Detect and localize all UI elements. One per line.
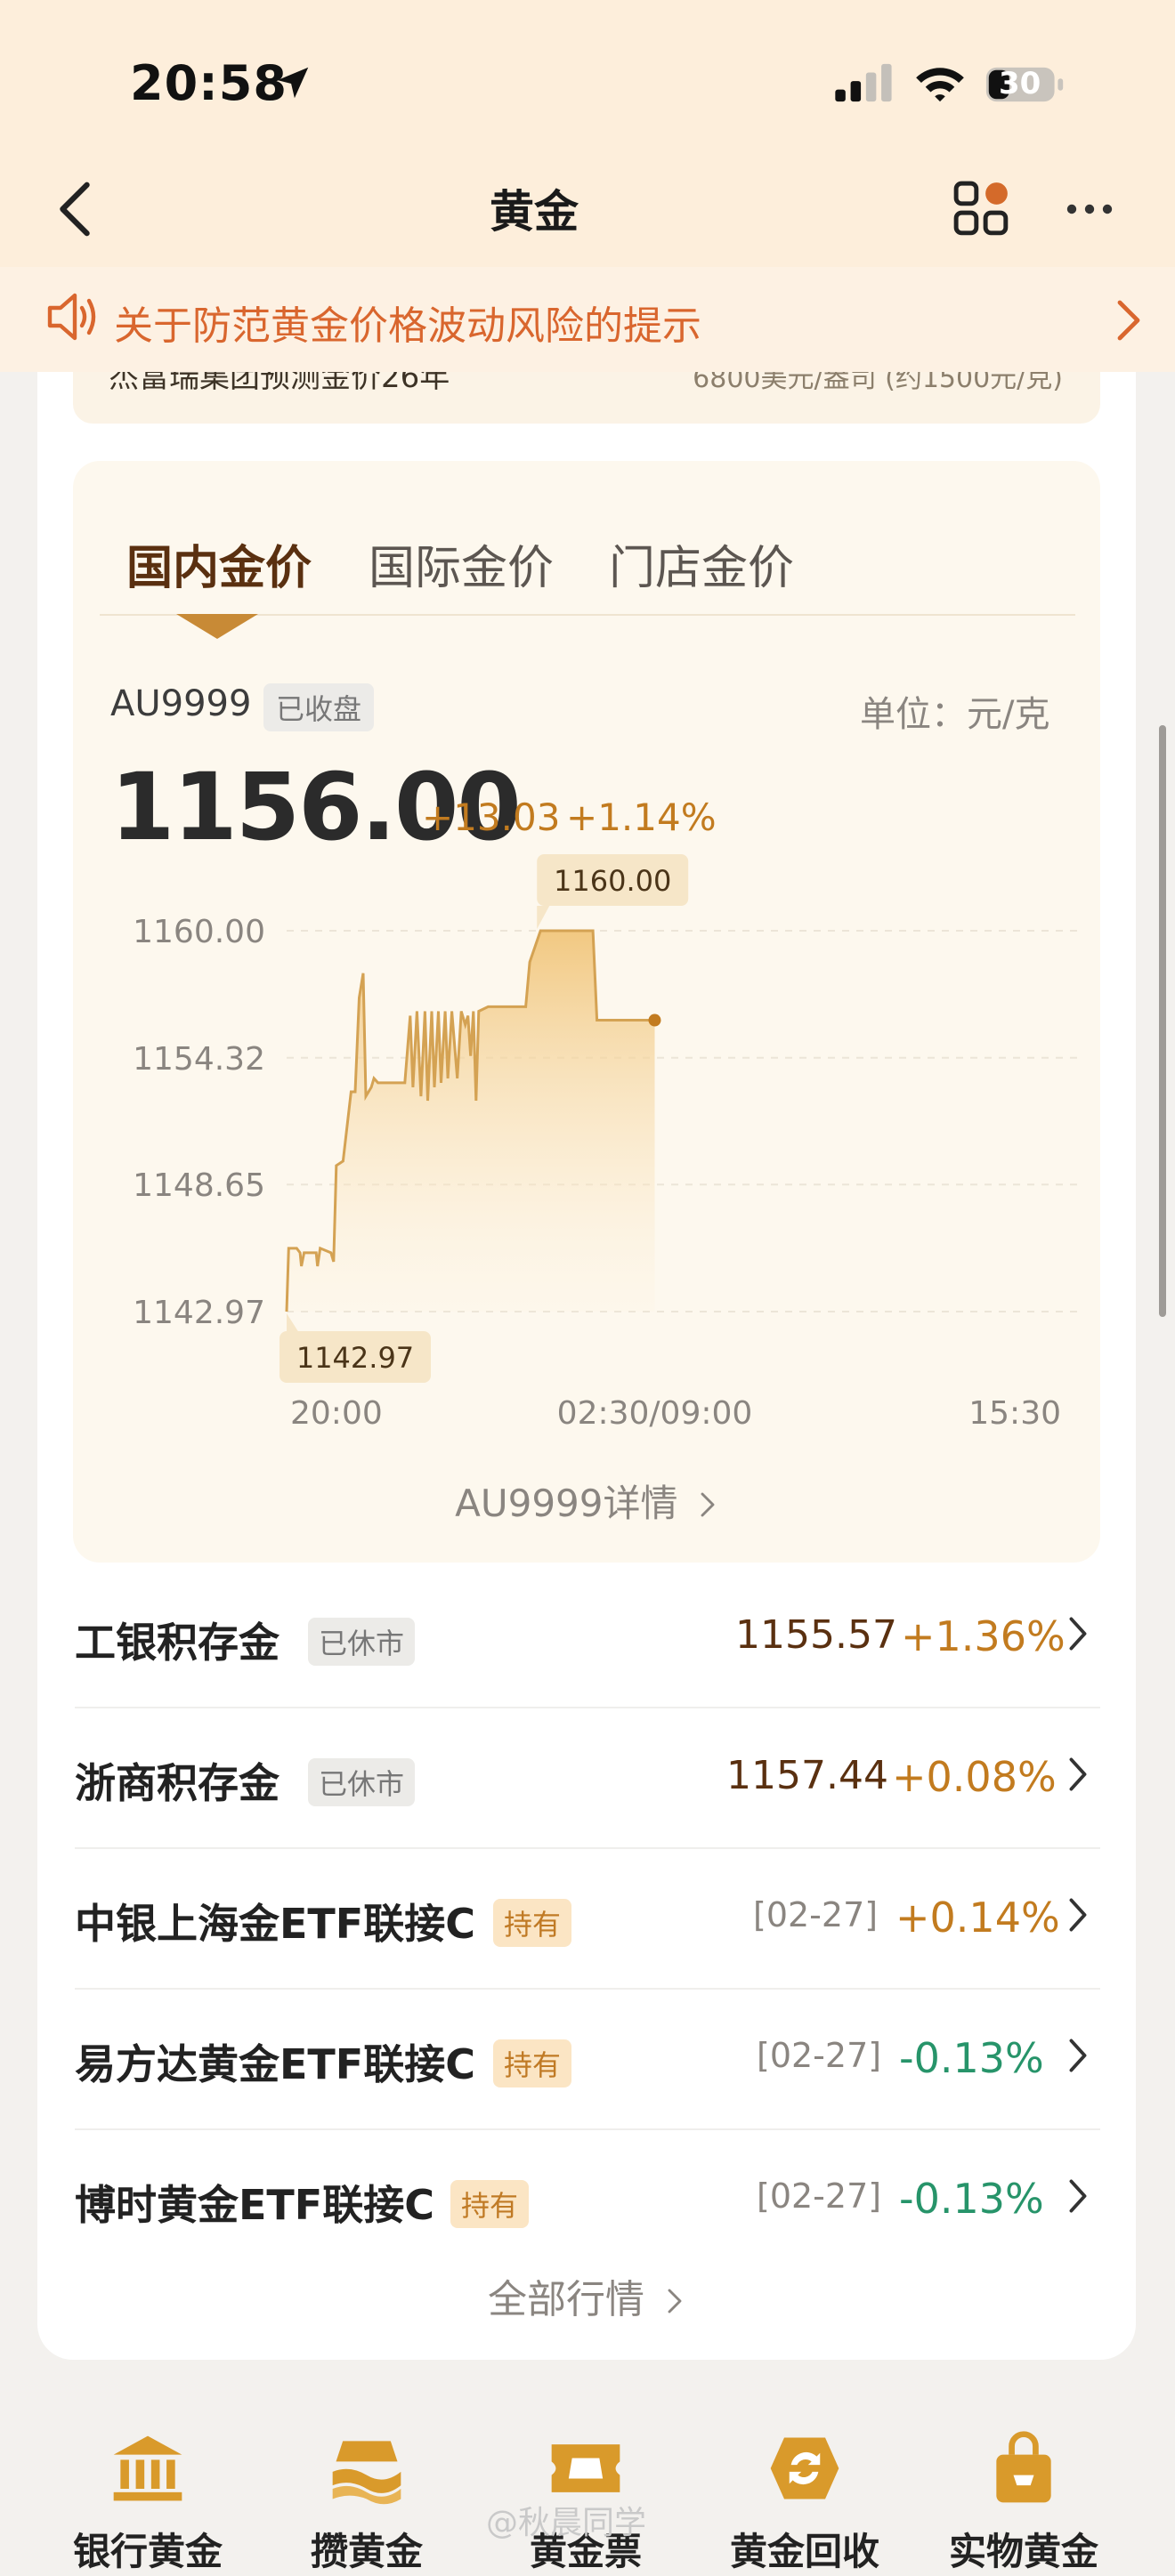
bank-icon <box>113 2435 182 2501</box>
chevron-right-icon <box>1069 1898 1087 1932</box>
list-item[interactable]: 易方达黄金ETF联接C 持有 [02-27] -0.13% <box>75 1988 1100 2130</box>
list-item[interactable]: 浙商积存金 已休市 1157.44 +0.08% <box>75 1707 1100 1849</box>
price-change: +13.03 <box>422 795 561 839</box>
y-tick-label: 1148.65 <box>133 1167 265 1204</box>
product-price: 1155.57 <box>735 1612 897 1658</box>
x-tick-label: 15:30 <box>968 1395 1061 1432</box>
chevron-right-icon <box>701 1492 715 1517</box>
tab-domestic-price[interactable]: 国内金价 <box>126 530 312 597</box>
chevron-right-icon <box>1069 2179 1087 2213</box>
last-price-dot <box>648 1013 661 1027</box>
product-name: 中银上海金ETF联接C <box>75 1900 475 1948</box>
chevron-right-icon <box>668 2289 682 2314</box>
tab-store-price[interactable]: 门店金价 <box>609 530 794 597</box>
product-change: +0.08% <box>892 1753 1057 1801</box>
status-badge: 已休市 <box>308 1758 416 1806</box>
detail-link-label: AU9999详情 <box>455 1482 678 1525</box>
status-badge: 已休市 <box>308 1618 416 1666</box>
holding-badge: 持有 <box>493 1899 572 1947</box>
nav-label: 攒黄金 <box>310 2530 423 2573</box>
list-item[interactable]: 博时黄金ETF联接C 持有 [02-27] -0.13% <box>75 2128 1100 2269</box>
list-item[interactable]: 中银上海金ETF联接C 持有 [02-27] +0.14% <box>75 1847 1100 1990</box>
x-tick-label: 20:00 <box>290 1395 383 1432</box>
chevron-right-icon <box>1117 300 1140 341</box>
holding-badge: 持有 <box>450 2180 530 2228</box>
cellular-signal-icon <box>835 63 892 102</box>
speaker-icon <box>47 293 96 341</box>
max-label-pointer <box>537 906 550 929</box>
y-tick-label: 1160.00 <box>133 914 265 950</box>
watermark: @秋晨同学 <box>486 2505 647 2541</box>
status-time: 20:58 <box>130 55 288 111</box>
au9999-detail-link[interactable]: AU9999详情 <box>0 1474 1173 1528</box>
price-unit: 单位：元/克 <box>860 694 1050 735</box>
chevron-right-icon <box>1069 2039 1087 2072</box>
product-name: 博时黄金ETF联接C <box>75 2181 434 2229</box>
x-tick-label: 02:30/09:00 <box>557 1395 753 1432</box>
wifi-icon <box>916 68 964 102</box>
y-tick-label: 1154.32 <box>133 1041 265 1078</box>
shopping-bag-icon <box>996 2431 1051 2503</box>
min-price-label: 1142.97 <box>296 1341 414 1375</box>
more-options-button[interactable] <box>1065 187 1114 231</box>
page-title: 黄金 <box>490 186 579 238</box>
price-area <box>287 931 655 1312</box>
product-price: 1157.44 <box>726 1753 888 1798</box>
battery-icon: 30 <box>983 64 1068 105</box>
tab-international-price[interactable]: 国际金价 <box>369 530 554 597</box>
location-arrow-icon <box>277 67 309 99</box>
quote-date: [02-27] <box>757 2036 882 2075</box>
scrollbar[interactable] <box>1159 725 1166 1317</box>
notice-text: 关于防范黄金价格波动风险的提示 <box>114 303 701 349</box>
chevron-right-icon <box>1069 1757 1087 1791</box>
all-quotes-label: 全部行情 <box>488 2277 644 2322</box>
news-detail: 6800美元/盎司 (约1500元/克) <box>693 372 1063 394</box>
max-price-label: 1160.00 <box>554 864 671 898</box>
market-status-badge: 已收盘 <box>263 683 375 731</box>
y-tick-label: 1142.97 <box>133 1295 265 1331</box>
recycle-icon <box>770 2437 839 2499</box>
nav-bank-gold[interactable]: 银行黄金 <box>50 2427 246 2576</box>
nav-label: 黄金回收 <box>729 2530 879 2573</box>
nav-label: 银行黄金 <box>72 2530 223 2573</box>
quote-code: AU9999 <box>110 683 252 724</box>
all-quotes-link[interactable]: 全部行情 <box>0 2267 1173 2324</box>
nav-label: 实物黄金 <box>948 2530 1098 2573</box>
gold-ingot-icon <box>332 2441 401 2505</box>
price-chart[interactable]: 1160.00 1154.32 1148.65 1142.97 20:00 02:30/0… <box>73 845 1100 1450</box>
news-headline: 杰富瑞集团预测金价26年 <box>109 372 450 395</box>
nav-gold-recycle[interactable]: 黄金回收 <box>707 2427 903 2576</box>
product-change: +1.36% <box>901 1612 1066 1660</box>
quote-date: [02-27] <box>757 2176 882 2216</box>
grid-menu-button[interactable] <box>952 180 1011 238</box>
min-label-pointer <box>287 1313 299 1333</box>
list-item[interactable]: 工银积存金 已休市 1155.57 +1.36% <box>75 1566 1100 1708</box>
product-change: -0.13% <box>899 2034 1044 2082</box>
active-tab-indicator <box>176 614 258 639</box>
product-change: -0.13% <box>899 2175 1044 2223</box>
product-change: +0.14% <box>895 1894 1060 1942</box>
battery-level: 30 <box>999 66 1041 101</box>
holding-badge: 持有 <box>493 2039 572 2087</box>
nav-physical-gold[interactable]: 实物黄金 <box>926 2427 1122 2576</box>
product-name: 浙商积存金 <box>75 1759 280 1807</box>
chevron-right-icon <box>1069 1617 1087 1651</box>
quote-date: [02-27] <box>753 1895 879 1934</box>
product-name: 易方达黄金ETF联接C <box>75 2040 475 2088</box>
product-name: 工银积存金 <box>75 1619 280 1667</box>
news-peek-banner[interactable]: 杰富瑞集团预测金价26年 6800美元/盎司 (约1500元/克) <box>73 372 1100 424</box>
nav-save-gold[interactable]: 攒黄金 <box>269 2427 465 2576</box>
price-change-percent: +1.14% <box>566 795 717 839</box>
